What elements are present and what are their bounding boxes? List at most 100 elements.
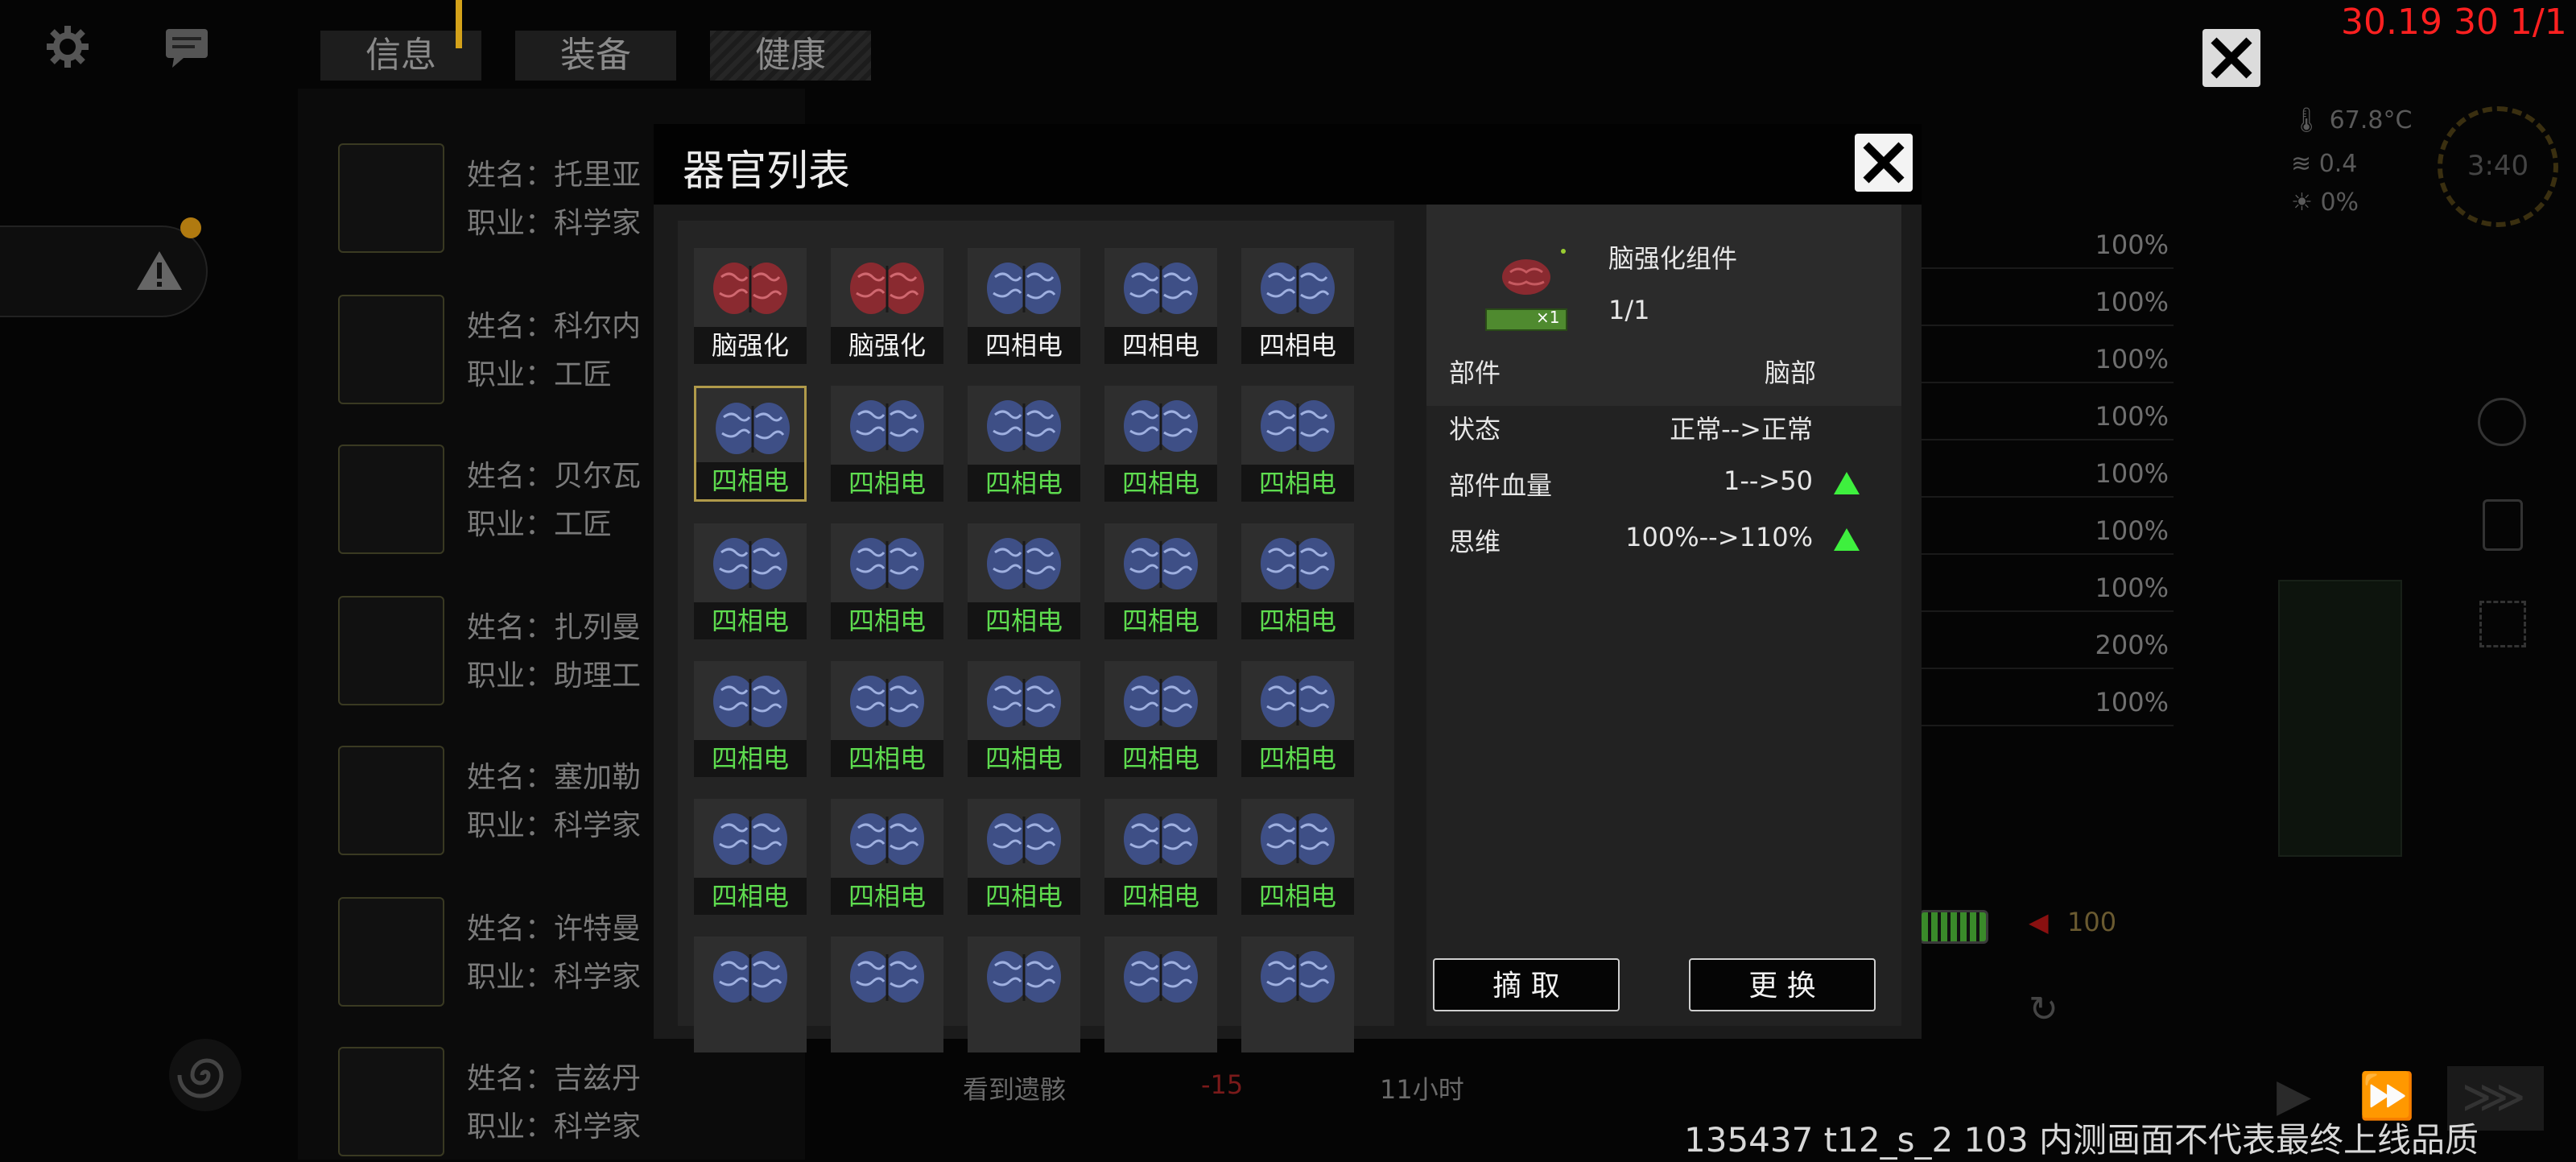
character-avatar [338, 897, 444, 1007]
organ-label: 四相电 [1241, 878, 1354, 915]
organ-slot[interactable]: 四相电 [1104, 523, 1217, 639]
stat-percent: 100% [1916, 507, 2174, 555]
organ-slot[interactable]: 四相电 [1241, 523, 1354, 639]
organ-slot[interactable]: 四相电 [968, 523, 1080, 639]
alert-pill[interactable] [0, 225, 208, 317]
temperature-value: 67.8°C [2329, 106, 2413, 134]
build-watermark: 135437 t12_s_2 103 内测画面不代表最终上线品质 [1684, 1120, 2479, 1160]
organ-slot[interactable]: 四相电 [1241, 799, 1354, 915]
organ-slot[interactable]: 四相电 [1241, 386, 1354, 502]
arrow-left-icon: ◀ [2029, 907, 2049, 937]
character-avatar [338, 143, 444, 253]
organ-slot[interactable]: 四相电 [1104, 661, 1217, 777]
hp-value: 1-->50 [1724, 465, 1813, 496]
brain-icon [987, 951, 1061, 1003]
organ-label: 四相电 [968, 602, 1080, 639]
brain-icon [850, 676, 924, 727]
light-value: 0% [2320, 188, 2359, 217]
spiral-icon[interactable] [169, 1039, 242, 1111]
organ-slot[interactable] [1104, 937, 1217, 1052]
window-close-button[interactable] [2202, 29, 2260, 87]
organ-slot[interactable]: 脑强化 [694, 248, 807, 364]
refresh-icon[interactable]: ↻ [2029, 989, 2058, 1030]
scan-icon[interactable] [2479, 601, 2526, 647]
brain-icon [850, 951, 924, 1003]
organ-label: 四相电 [696, 462, 804, 499]
character-name: 姓名：许特曼 [467, 912, 642, 945]
status-readout: 30.19 30 1/1 [2341, 2, 2567, 43]
minimap[interactable] [2278, 580, 2402, 857]
organ-label: 四相电 [831, 465, 943, 502]
brain-icon [713, 676, 787, 727]
organ-slot[interactable]: 四相电 [831, 523, 943, 639]
brain-icon [1261, 951, 1335, 1003]
organ-slot[interactable]: 四相电 [694, 523, 807, 639]
organ-slot[interactable]: 四相电 [1241, 661, 1354, 777]
organ-label: 脑强化 [694, 327, 807, 364]
replace-button[interactable]: 更 换 [1689, 958, 1876, 1011]
organ-slot[interactable]: 四相电 [968, 799, 1080, 915]
up-arrow-icon [1834, 528, 1860, 551]
character-avatar [338, 1047, 444, 1156]
character-job: 职业：科学家 [467, 961, 642, 994]
brain-icon [1124, 263, 1198, 314]
organ-label: 四相电 [1104, 327, 1217, 364]
organ-slot[interactable]: 四相电 [968, 386, 1080, 502]
organ-label: 四相电 [1104, 740, 1217, 777]
organ-label: 四相电 [1241, 740, 1354, 777]
light-readout: ☀ 0% [2291, 188, 2359, 217]
close-icon [1863, 142, 1905, 184]
brain-icon [987, 263, 1061, 314]
organ-slot[interactable]: 四相电 [968, 661, 1080, 777]
organ-slot[interactable]: 四相电 [1241, 248, 1354, 364]
battery-meter [1919, 910, 1988, 944]
item-name: 脑强化组件 [1608, 243, 1738, 274]
cube-icon[interactable] [2478, 398, 2526, 446]
organ-list-dialog: 器官列表 脑强化 脑强化 四相电 四相电 四相电 四相电 四相电 四相电 四相电 四相电 四相电 四相… [654, 124, 1922, 1052]
organ-slot[interactable]: 四相电 [694, 386, 807, 502]
organ-slot[interactable]: 四相电 [968, 248, 1080, 364]
brain-icon [1124, 676, 1198, 727]
event-label: 看到遗骸 [963, 1074, 1067, 1105]
dialog-close-button[interactable] [1855, 134, 1913, 192]
stat-percent: 100% [1916, 278, 2174, 326]
character-job: 职业：助理工 [467, 660, 642, 693]
stat-percent: 100% [1916, 564, 2174, 612]
character-avatar [338, 746, 444, 855]
organ-slot[interactable]: 四相电 [831, 661, 943, 777]
clipboard-icon[interactable] [2483, 499, 2523, 551]
character-name: 姓名：吉兹丹 [467, 1062, 642, 1095]
remove-button[interactable]: 摘 取 [1433, 958, 1620, 1011]
organ-slot[interactable]: 四相电 [831, 386, 943, 502]
organ-label: 四相电 [1104, 878, 1217, 915]
tab-health[interactable]: 健康 [710, 31, 871, 81]
organ-slot[interactable]: 四相电 [1104, 248, 1217, 364]
character-name: 姓名：托里亚 [467, 159, 642, 192]
organ-slot[interactable]: 脑强化 [831, 248, 943, 364]
brain-icon [713, 263, 787, 314]
character-avatar [338, 445, 444, 554]
clock-ring: 3:40 [2438, 106, 2558, 227]
tab-equipment[interactable]: 装备 [515, 31, 676, 81]
brain-icon [1261, 813, 1335, 865]
stat-percent: 100% [1916, 449, 2174, 498]
organ-slot[interactable]: 四相电 [1104, 386, 1217, 502]
organ-slot[interactable] [968, 937, 1080, 1052]
organ-label: 四相电 [1241, 465, 1354, 502]
character-job: 职业：工匠 [467, 508, 613, 541]
organ-slot[interactable]: 四相电 [694, 799, 807, 915]
brain-icon [1124, 400, 1198, 452]
brain-icon [1261, 538, 1335, 589]
organ-slot[interactable]: 四相电 [831, 799, 943, 915]
item-badge: ×1 [1536, 308, 1560, 327]
gear-icon[interactable] [42, 21, 93, 72]
organ-slot[interactable]: 四相电 [694, 661, 807, 777]
organ-slot[interactable] [831, 937, 943, 1052]
character-row[interactable]: 姓名：吉兹丹 职业：科学家 [338, 1047, 805, 1160]
brain-icon [1261, 263, 1335, 314]
organ-slot[interactable]: 四相电 [1104, 799, 1217, 915]
chat-icon[interactable] [161, 21, 213, 72]
organ-slot[interactable] [1241, 937, 1354, 1052]
tab-indicator [456, 0, 462, 48]
organ-slot[interactable] [694, 937, 807, 1052]
